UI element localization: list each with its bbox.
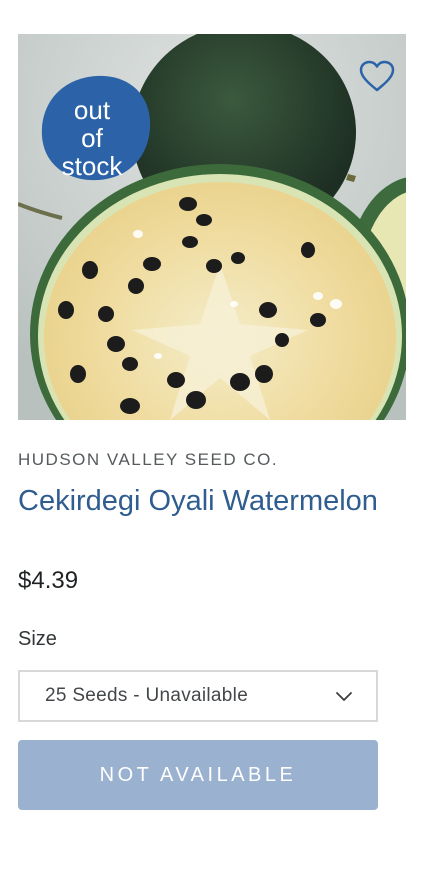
- size-select[interactable]: 25 Seeds - Unavailable: [18, 670, 378, 722]
- not-available-button[interactable]: NOT AVAILABLE: [18, 740, 378, 810]
- chevron-down-icon: [336, 692, 352, 701]
- size-label: Size: [18, 628, 57, 650]
- out-of-stock-badge: out of stock: [38, 72, 154, 184]
- heart-outline-icon: [359, 60, 395, 92]
- wishlist-button[interactable]: [356, 56, 398, 96]
- product-card: out of stock HUDSON VALLEY SEED CO. Ceki…: [0, 0, 432, 872]
- product-image[interactable]: out of stock: [18, 34, 406, 420]
- badge-label: out of stock: [61, 95, 123, 181]
- product-title[interactable]: Cekirdegi Oyali Watermelon: [18, 482, 398, 520]
- product-price: $4.39: [18, 567, 79, 594]
- vendor-name: HUDSON VALLEY SEED CO.: [18, 450, 279, 469]
- size-select-value: 25 Seeds - Unavailable: [45, 685, 249, 706]
